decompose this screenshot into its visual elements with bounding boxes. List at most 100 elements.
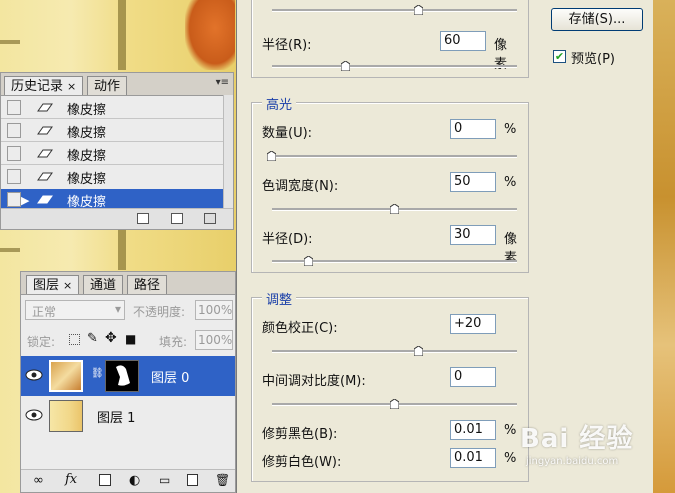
eye-visibility-icon[interactable] — [25, 408, 43, 422]
tab-channels[interactable]: 通道 — [83, 275, 124, 294]
slider-knob-icon[interactable] — [390, 399, 399, 409]
fill-input[interactable]: 100% — [195, 330, 233, 350]
opacity-input[interactable]: 100% — [195, 300, 233, 320]
tab-paths[interactable]: 路径 — [127, 275, 168, 294]
layer-name[interactable]: 图层 1 — [97, 407, 135, 426]
highlights-title: 高光 — [262, 94, 297, 113]
double-arrow-menu-icon[interactable]: ▾≡ — [216, 77, 229, 88]
layer-row-selected[interactable]: ⛓ 图层 0 — [21, 356, 235, 396]
layer-thumbnail — [49, 400, 83, 432]
history-state-item[interactable]: 橡皮擦 — [1, 120, 225, 142]
snapshot-checkbox[interactable] — [7, 192, 21, 207]
close-icon[interactable]: × — [67, 80, 76, 93]
history-state-item[interactable]: 橡皮擦 — [1, 166, 225, 188]
mask-link-icon[interactable]: ⛓ — [91, 368, 104, 379]
black-clip-unit: % — [504, 423, 517, 438]
trash-icon[interactable] — [204, 213, 216, 224]
layers-panel-footer: ∞ fx ◐ ▭ 🗑 — [21, 469, 235, 492]
lock-paint-icon[interactable]: ✎ — [87, 331, 98, 346]
white-clip-input[interactable]: 0.01 — [450, 448, 496, 468]
snapshot-checkbox[interactable] — [7, 146, 21, 161]
shadows-radius-slider[interactable] — [272, 61, 517, 71]
chevron-down-icon: ▾ — [114, 302, 121, 316]
layer-thumbnail — [49, 360, 83, 392]
snapshot-checkbox[interactable] — [7, 169, 21, 184]
blend-mode-select[interactable]: 正常 ▾ — [25, 300, 125, 320]
canvas-background-photo — [185, 0, 235, 70]
preview-label[interactable]: 预览(P) — [571, 48, 615, 67]
slider-knob-icon[interactable] — [267, 151, 276, 161]
color-correction-input[interactable]: +20 — [450, 314, 496, 334]
tab-actions-label: 动作 — [94, 79, 121, 94]
lock-move-icon[interactable]: ✥ — [105, 330, 117, 346]
tonal-width-label: 色调宽度(N): — [262, 179, 339, 194]
history-state-item[interactable]: 橡皮擦 — [1, 143, 225, 165]
tab-history[interactable]: 历史记录 × — [4, 76, 84, 95]
group-folder-icon[interactable]: ▭ — [159, 473, 170, 487]
slider-knob-icon[interactable] — [304, 256, 313, 266]
history-state-item[interactable]: 橡皮擦 — [1, 97, 225, 119]
radius-input[interactable]: 60 — [440, 31, 486, 51]
highlights-radius-slider[interactable] — [272, 256, 517, 266]
layer-name[interactable]: 图层 0 — [151, 367, 189, 386]
history-state-label: 橡皮擦 — [67, 149, 107, 164]
save-button[interactable]: 存储(S)... — [551, 8, 643, 31]
amount-slider[interactable] — [267, 151, 517, 161]
tonal-width-slider[interactable] — [272, 204, 517, 214]
blend-opacity-row: 正常 ▾ 不透明度: 100% — [21, 300, 235, 322]
lock-label: 锁定: — [27, 335, 56, 349]
amount-input[interactable]: 0 — [450, 119, 496, 139]
layer-mask-thumbnail[interactable] — [105, 360, 139, 392]
shadows-tonal-width-slider[interactable] — [272, 5, 517, 15]
highlights-radius-label: 半径(D): — [262, 232, 313, 247]
slider-knob-icon[interactable] — [390, 204, 399, 214]
watermark-url: jingyan.baidu.com — [526, 456, 619, 467]
new-document-from-state-icon[interactable] — [137, 213, 149, 224]
snapshot-checkbox[interactable] — [7, 100, 21, 115]
fx-icon[interactable]: fx — [65, 472, 77, 487]
slider-knob-icon[interactable] — [341, 61, 350, 71]
history-panel: 历史记录 × 动作 ▾≡ 橡皮擦 橡皮擦 橡皮擦 橡皮擦 ▶ 橡皮擦 — [0, 72, 234, 230]
black-clip-input[interactable]: 0.01 — [450, 420, 496, 440]
watermark-logo-text: Bai 经验 — [520, 424, 634, 454]
camera-snapshot-icon[interactable] — [171, 213, 183, 224]
layer-row[interactable]: 图层 1 — [21, 396, 235, 436]
blend-mode-value: 正常 — [32, 305, 57, 319]
mask-icon[interactable] — [99, 474, 111, 486]
midtone-contrast-row: 中间调对比度(M): 0 — [262, 367, 517, 389]
adjustment-icon[interactable]: ◐ — [129, 473, 140, 488]
tab-layers[interactable]: 图层 × — [26, 275, 80, 294]
eraser-icon — [37, 172, 53, 181]
preview-checkbox[interactable]: ✔ — [553, 50, 566, 63]
amount-unit: % — [504, 122, 517, 137]
highlights-radius-row: 半径(D): 30 像素 — [262, 225, 517, 266]
adjustments-title: 调整 — [262, 289, 297, 308]
black-clip-row: 修剪黑色(B): 0.01 % — [262, 420, 517, 442]
slider-knob-icon[interactable] — [414, 346, 423, 356]
snapshot-checkbox[interactable] — [7, 123, 21, 138]
highlights-radius-input[interactable]: 30 — [450, 225, 496, 245]
midtone-contrast-label: 中间调对比度(M): — [262, 374, 366, 389]
canvas-background-right — [652, 0, 675, 493]
slider-knob-icon[interactable] — [414, 5, 423, 15]
highlights-section: 高光 数量(U): 0 % 色调宽度(N): 50 % 半径(D): 30 像素 — [251, 94, 529, 273]
close-icon[interactable]: × — [63, 279, 72, 292]
midtone-contrast-input[interactable]: 0 — [450, 367, 496, 387]
history-scrollbar[interactable] — [223, 95, 233, 209]
midtone-contrast-slider[interactable] — [272, 399, 517, 409]
fill-value: 100% — [198, 333, 233, 347]
trash-icon[interactable]: 🗑 — [215, 473, 230, 487]
baidu-jingyan-watermark: Bai 经验 jingyan.baidu.com — [520, 418, 650, 478]
lock-transparent-icon[interactable] — [69, 334, 80, 345]
link-icon[interactable]: ∞ — [33, 473, 44, 488]
history-state-label: 橡皮擦 — [67, 126, 107, 141]
eye-visibility-icon[interactable] — [25, 368, 43, 382]
new-layer-icon[interactable] — [187, 474, 198, 486]
history-state-label: 橡皮擦 — [67, 172, 107, 187]
tab-actions[interactable]: 动作 — [87, 76, 128, 95]
eraser-icon — [37, 103, 53, 112]
color-correction-slider[interactable] — [272, 346, 517, 356]
tonal-width-input[interactable]: 50 — [450, 172, 496, 192]
lock-all-icon[interactable]: ■ — [125, 332, 136, 346]
white-clip-label: 修剪白色(W): — [262, 455, 342, 470]
